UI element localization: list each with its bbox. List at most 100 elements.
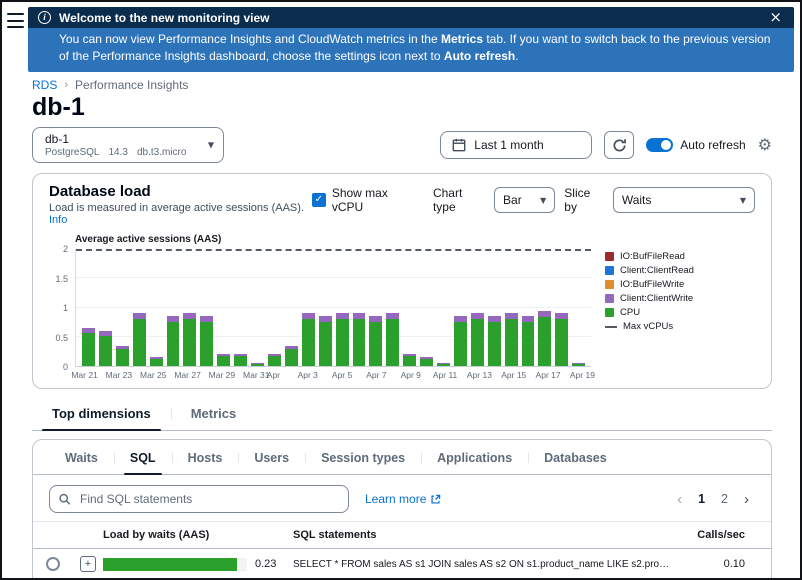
aas-plot: Mar 21Mar 23Mar 25Mar 27Mar 29Mar 31AprA… [75, 249, 591, 367]
dimension-tab-users[interactable]: Users [238, 444, 305, 474]
search-input[interactable] [49, 485, 349, 513]
pagination-page-2[interactable]: 2 [715, 490, 734, 508]
chart-bar-apr-2[interactable] [285, 249, 298, 366]
settings-gear-icon[interactable]: ⚙ [758, 137, 772, 153]
chart-bar-mar-27[interactable] [183, 249, 196, 366]
hamburger-menu-icon[interactable] [7, 13, 24, 28]
chart-bar-mar-21[interactable] [82, 249, 95, 366]
banner-title: Welcome to the new monitoring view [59, 11, 269, 25]
chart-bar-apr-15[interactable] [505, 249, 518, 366]
dimension-tab-hosts[interactable]: Hosts [172, 444, 239, 474]
chart-bar-apr-4[interactable] [319, 249, 332, 366]
pagination-page-1[interactable]: 1 [692, 490, 711, 508]
chart-bar-apr-12[interactable] [454, 249, 467, 366]
bar-segment-cpu [268, 356, 281, 366]
chart-bar-mar-29[interactable] [217, 249, 230, 366]
dimension-tab-applications[interactable]: Applications [421, 444, 528, 474]
dimension-tab-waits[interactable]: Waits [49, 444, 114, 474]
instance-version: 14.3 [108, 147, 127, 158]
dimension-tab-databases[interactable]: Databases [528, 444, 623, 474]
chart-bar-apr-5[interactable] [336, 249, 349, 366]
info-link[interactable]: Info [49, 214, 67, 226]
bar-segment-cpu [386, 319, 399, 366]
menu-strip [2, 7, 28, 72]
load-card-titles: Database load Load is measured in averag… [49, 183, 312, 226]
chart-bar-apr-19[interactable] [572, 249, 585, 366]
row-radio-button[interactable] [46, 557, 60, 571]
chart-bar-apr-7[interactable] [369, 249, 382, 366]
toggle-knob [661, 140, 671, 150]
chart-type-select[interactable]: Bar ▼ [494, 187, 555, 213]
close-icon[interactable]: × [767, 10, 784, 25]
pagination-next[interactable]: › [738, 490, 755, 509]
tab-metrics[interactable]: Metrics [171, 399, 257, 430]
learn-more-link[interactable]: Learn more [365, 492, 441, 506]
pagination-prev[interactable]: ‹ [671, 490, 688, 509]
chart-bar-apr-10[interactable] [420, 249, 433, 366]
y-axis-tick: 1 [63, 303, 68, 313]
refresh-button[interactable] [604, 131, 634, 159]
chart-bar-apr-3[interactable] [302, 249, 315, 366]
legend-item-io-buffileread: IO:BufFileRead [605, 251, 755, 262]
info-banner: i Welcome to the new monitoring view × Y… [28, 7, 794, 72]
chart-bar-apr-18[interactable] [555, 249, 568, 366]
load-card-title: Database load [49, 183, 312, 201]
date-range-picker[interactable]: Last 1 month [440, 131, 592, 159]
dimension-tab-sql[interactable]: SQL [114, 444, 172, 474]
chart-bar-apr-17[interactable] [538, 249, 551, 366]
subtitle-text: Load is measured in average active sessi… [49, 202, 304, 214]
chart-controls: ✓ Show max vCPU Chart type Bar ▼ Slice b… [312, 183, 755, 214]
show-max-vcpu-checkbox[interactable]: ✓ Show max vCPU [312, 186, 416, 214]
chart-bar-apr-8[interactable] [386, 249, 399, 366]
chart-bar-mar-25[interactable] [150, 249, 163, 366]
chart-type-label: Chart type [433, 186, 485, 214]
chart-bar-apr-14[interactable] [488, 249, 501, 366]
dimension-tab-session-types[interactable]: Session types [305, 444, 421, 474]
expand-row-button[interactable]: + [80, 556, 96, 572]
bar-segment-cpu [150, 359, 163, 367]
load-bar-track [103, 558, 247, 571]
chart-type-value: Bar [503, 193, 522, 207]
chart-bar-apr-6[interactable] [353, 249, 366, 366]
chart-bar-mar-26[interactable] [167, 249, 180, 366]
pagination: ‹ 12 › [671, 490, 755, 509]
instance-selector[interactable]: db-1 PostgreSQL 14.3 db.t3.micro ▼ [32, 127, 224, 163]
chart-bar-apr-11[interactable] [437, 249, 450, 366]
legend-color-swatch [605, 308, 614, 317]
bar-segment-cpu [505, 319, 518, 366]
y-axis-tick: 1.5 [55, 274, 68, 284]
chart-bar-apr-13[interactable] [471, 249, 484, 366]
banner-bold-auto-refresh: Auto refresh [444, 49, 515, 63]
chart-bar-mar-28[interactable] [200, 249, 213, 366]
breadcrumb-rds-link[interactable]: RDS [32, 78, 57, 92]
slice-by-select[interactable]: Waits ▼ [613, 187, 755, 213]
top-bar: i Welcome to the new monitoring view × Y… [2, 2, 800, 72]
r-column-value: 1 [757, 558, 772, 570]
legend-dashed-line-swatch [605, 326, 617, 328]
chart-bar-mar-22[interactable] [99, 249, 112, 366]
chart-bar-apr-16[interactable] [522, 249, 535, 366]
row-expand-cell: + [73, 556, 103, 572]
breadcrumb-current: Performance Insights [75, 78, 188, 92]
banner-header: i Welcome to the new monitoring view × [28, 7, 794, 28]
chart-bar-apr-1[interactable] [268, 249, 281, 366]
table-row: +0.23SELECT * FROM sales AS s1 JOIN sale… [33, 549, 772, 580]
main-content: RDS › Performance Insights db-1 db-1 Pos… [2, 78, 800, 580]
auto-refresh-toggle[interactable] [646, 138, 673, 152]
aas-chart: Average active sessions (AAS) 00.511.52 … [49, 234, 755, 367]
load-value: 0.23 [255, 558, 281, 570]
tab-top-dimensions[interactable]: Top dimensions [32, 399, 171, 430]
y-axis-labels: 00.511.52 [49, 249, 75, 367]
x-axis-tick: Apr 19 [570, 370, 595, 380]
load-bar-fill [103, 558, 237, 571]
chart-bar-mar-31[interactable] [251, 249, 264, 366]
banner-text: . [515, 49, 518, 63]
chart-bar-mar-24[interactable] [133, 249, 146, 366]
legend-label: IO:BufFileRead [620, 251, 685, 262]
chevron-down-icon: ▼ [740, 196, 746, 205]
chart-bar-apr-9[interactable] [403, 249, 416, 366]
chart-bar-mar-30[interactable] [234, 249, 247, 366]
search-row: Learn more ‹ 12 › [33, 475, 771, 521]
chart-bar-mar-23[interactable] [116, 249, 129, 366]
legend-label: Client:ClientWrite [620, 293, 693, 304]
